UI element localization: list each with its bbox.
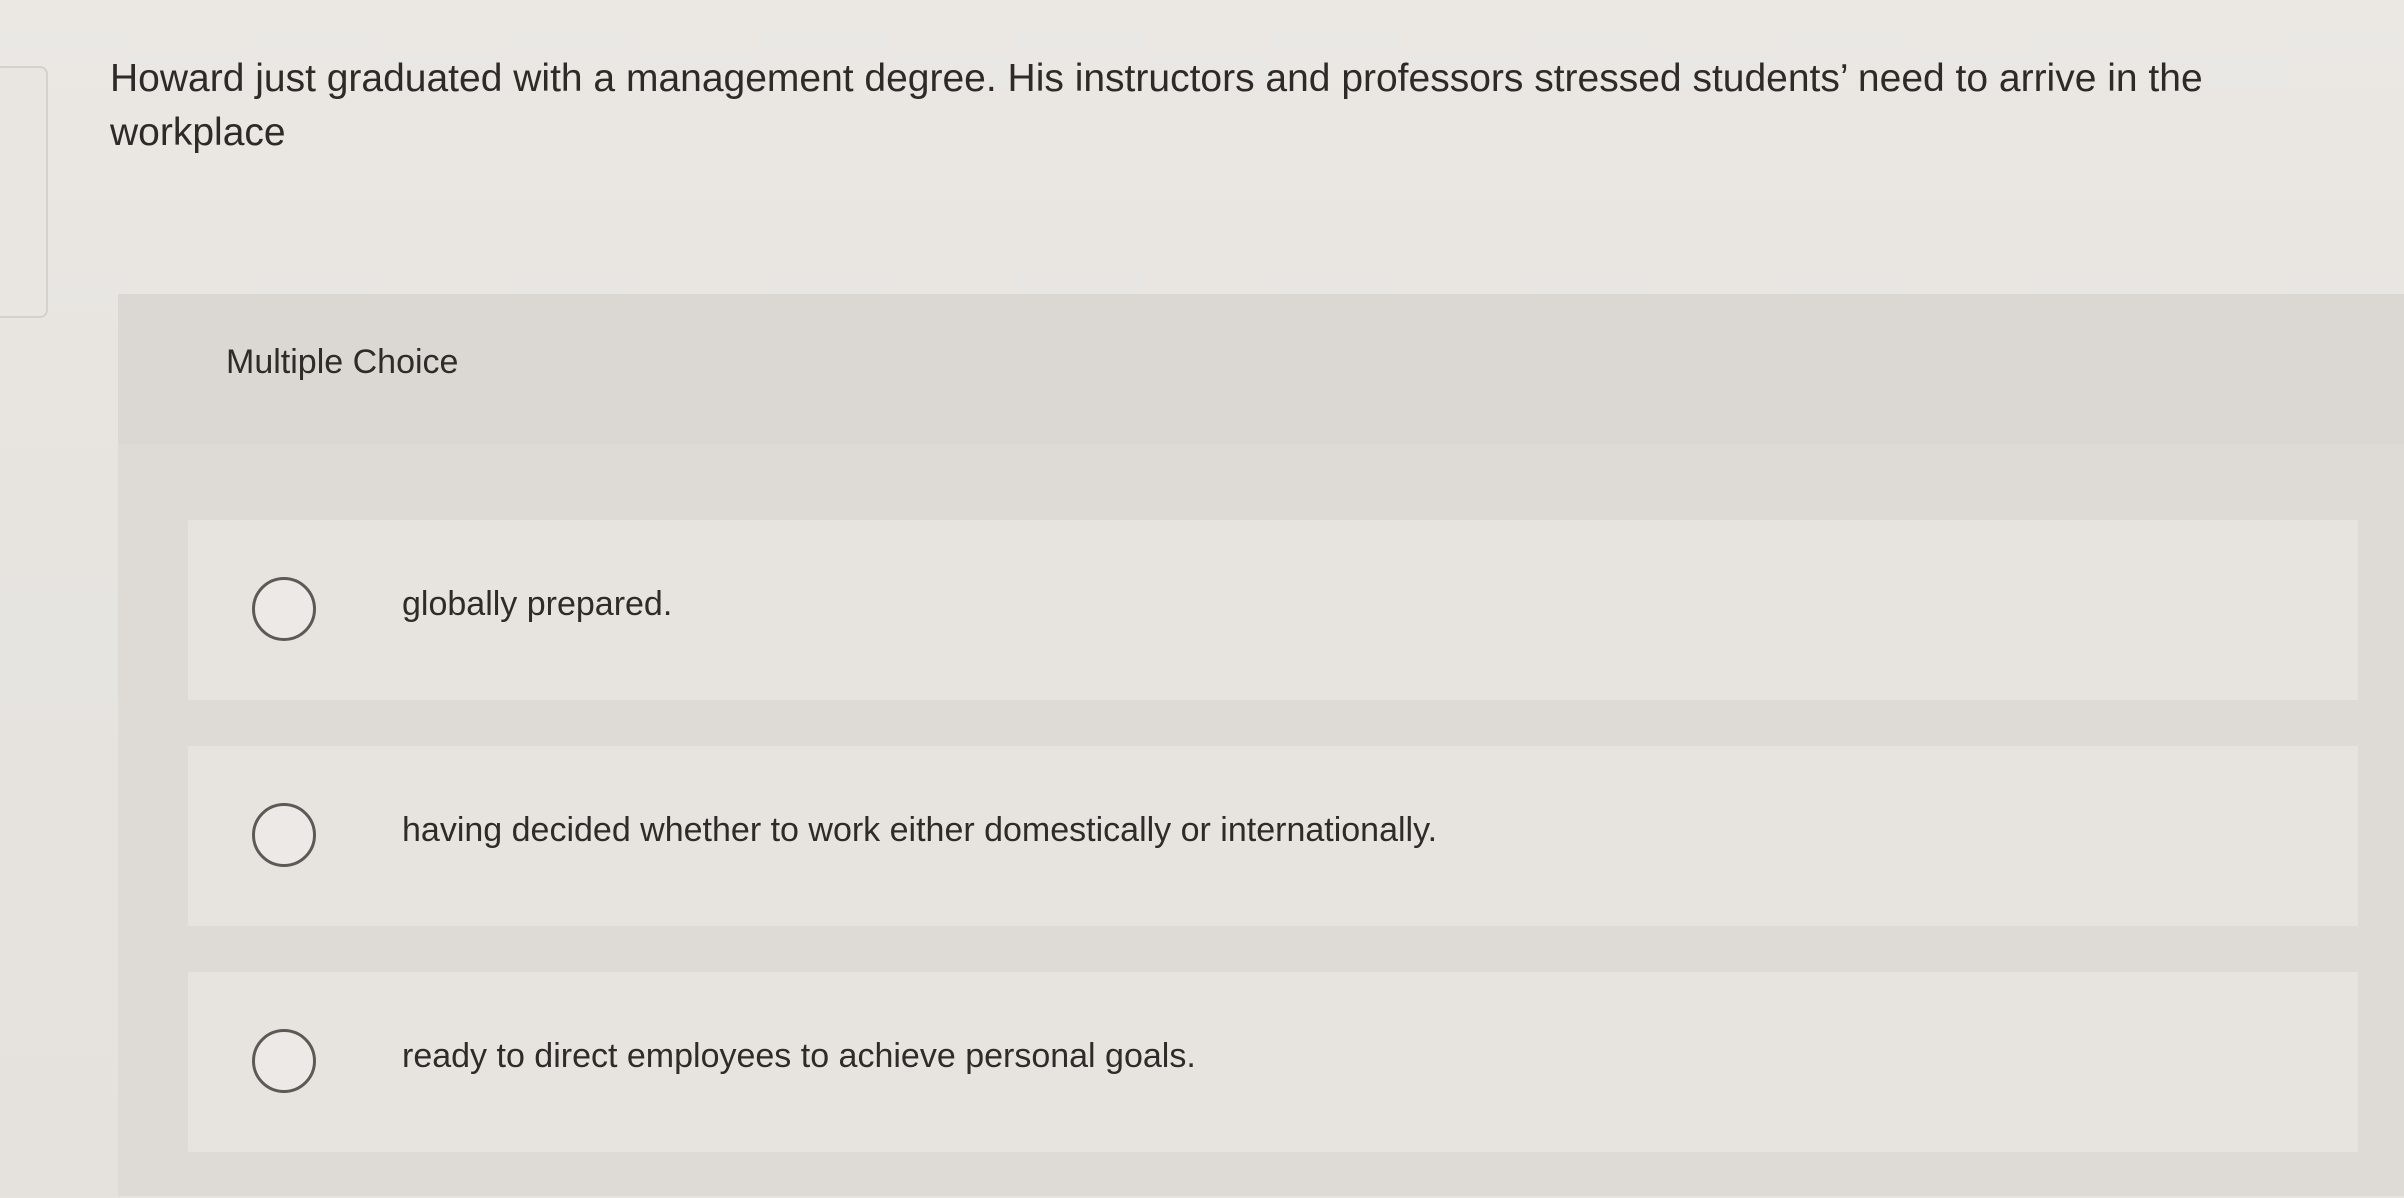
answer-type-label: Multiple Choice — [226, 343, 459, 381]
answer-options-list: globally prepared. having decided whethe… — [188, 520, 2358, 1198]
answer-type-header: Multiple Choice — [118, 294, 2404, 444]
answer-option-globally-prepared[interactable]: globally prepared. — [188, 520, 2358, 700]
side-panel-tab[interactable] — [0, 66, 48, 318]
radio-button-icon[interactable] — [252, 577, 316, 641]
radio-button-icon[interactable] — [252, 1029, 316, 1093]
answer-option-label: having decided whether to work either do… — [402, 811, 1438, 849]
answer-section: Multiple Choice globally prepared. havin… — [118, 294, 2404, 1196]
answer-option-domestic-international[interactable]: having decided whether to work either do… — [188, 746, 2358, 926]
answer-option-label: ready to direct employees to achieve per… — [402, 1037, 1196, 1075]
radio-button-icon[interactable] — [252, 803, 316, 867]
answer-option-personal-goals[interactable]: ready to direct employees to achieve per… — [188, 972, 2358, 1152]
question-text: Howard just graduated with a management … — [110, 57, 2203, 154]
question-page: Howard just graduated with a management … — [0, 0, 2404, 1196]
answer-option-label: globally prepared. — [402, 585, 673, 623]
